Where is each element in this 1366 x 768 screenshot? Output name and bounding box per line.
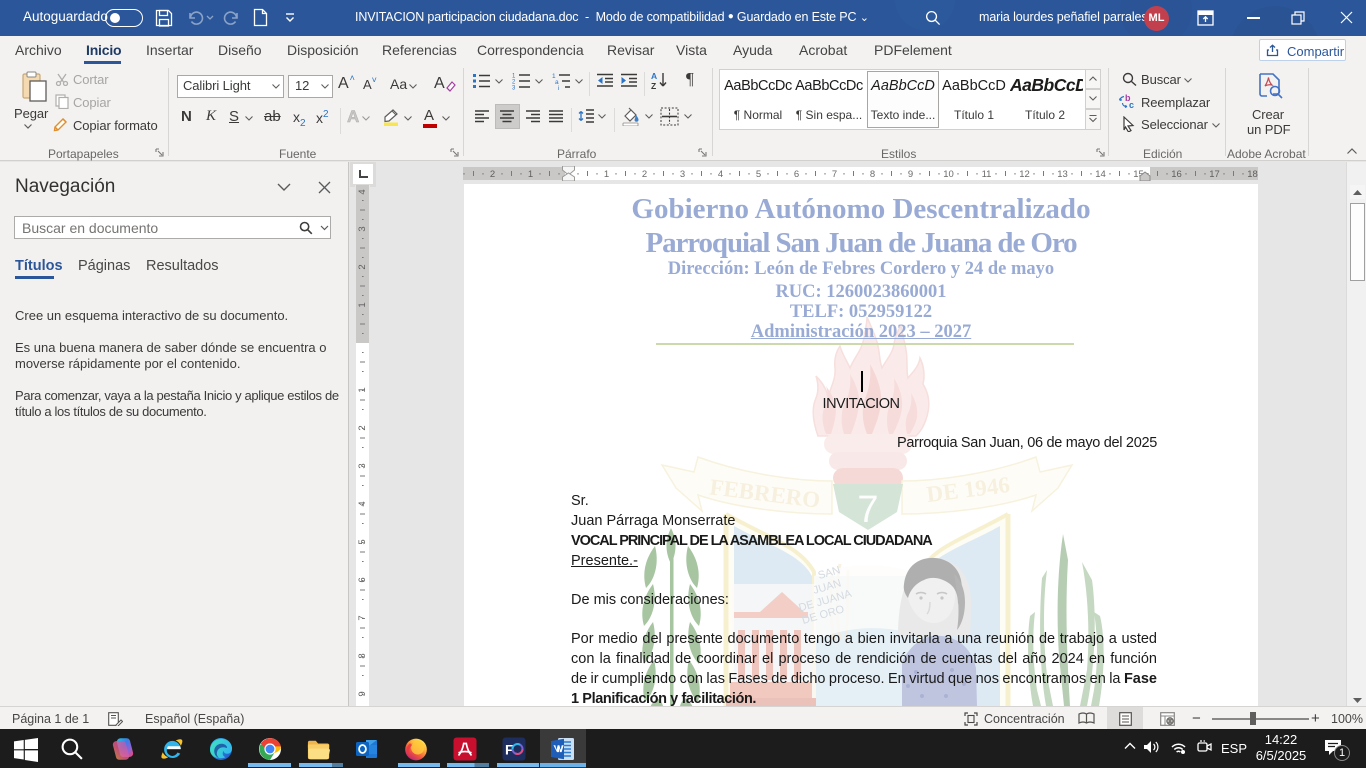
svg-text:4: 4	[718, 169, 723, 180]
svg-text:Z: Z	[651, 81, 656, 90]
svg-text:18: 18	[1247, 169, 1258, 180]
svg-text:13: 13	[1057, 169, 1068, 180]
svg-text:c: c	[1129, 100, 1134, 110]
svg-text:7: 7	[832, 169, 837, 180]
svg-text:9: 9	[357, 691, 368, 696]
svg-text:6: 6	[357, 577, 368, 582]
svg-text:12: 12	[1019, 169, 1030, 180]
svg-text:5: 5	[756, 169, 761, 180]
svg-text:1: 1	[528, 169, 533, 180]
svg-text:2: 2	[490, 169, 495, 180]
svg-text:2: 2	[642, 169, 647, 180]
svg-text:14: 14	[1095, 169, 1106, 180]
svg-text:4: 4	[357, 501, 368, 506]
svg-text:16: 16	[1171, 169, 1182, 180]
svg-text:2: 2	[357, 264, 368, 269]
svg-text:A: A	[651, 71, 657, 81]
svg-text:10: 10	[943, 169, 954, 180]
svg-text:2: 2	[357, 425, 368, 430]
svg-text:11: 11	[982, 169, 992, 180]
svg-text:1: 1	[357, 302, 368, 307]
svg-text:5: 5	[357, 539, 368, 544]
svg-text:1: 1	[604, 169, 609, 180]
svg-text:17: 17	[1209, 169, 1220, 180]
svg-text:3: 3	[680, 169, 685, 180]
svg-text:8: 8	[870, 169, 875, 180]
svg-text:7: 7	[357, 615, 368, 620]
svg-text:4: 4	[357, 189, 368, 194]
svg-text:8: 8	[357, 653, 368, 658]
svg-text:3: 3	[512, 86, 516, 91]
svg-text:i: i	[558, 85, 559, 90]
svg-text:1: 1	[357, 387, 368, 392]
svg-text:3: 3	[357, 463, 368, 468]
svg-text:6: 6	[794, 169, 799, 180]
svg-text:9: 9	[908, 169, 913, 180]
svg-text:3: 3	[357, 226, 368, 231]
